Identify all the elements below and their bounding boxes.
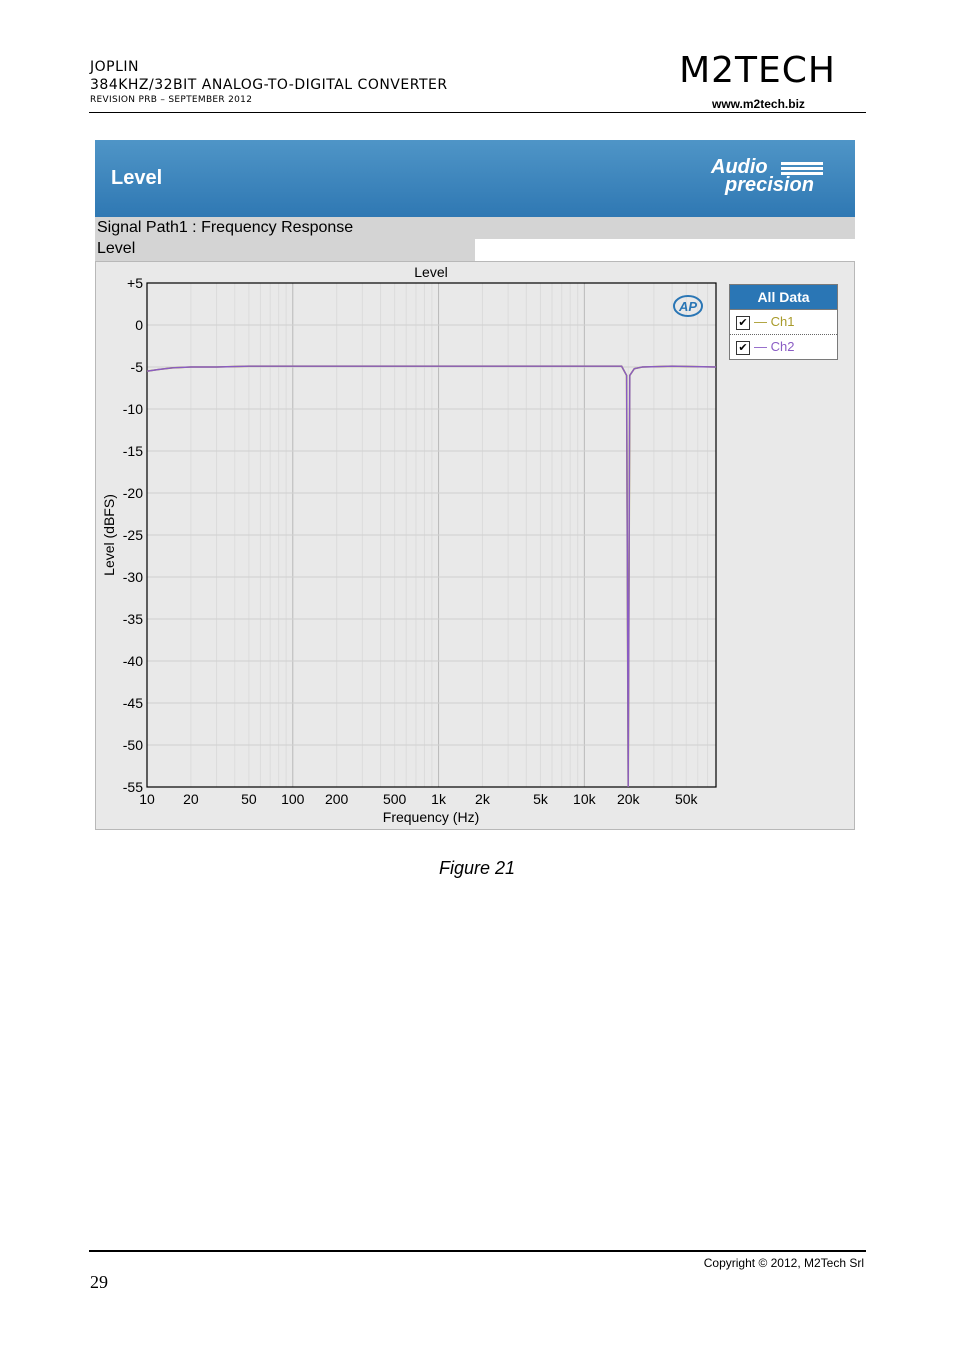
x-axis-label: Frequency (Hz)	[383, 809, 479, 825]
signal-path-row: Signal Path1 : Frequency Response	[95, 217, 855, 239]
measurement-label: Level	[97, 240, 136, 257]
y-tick-label: -15	[123, 443, 143, 459]
brand-logo: M2TECH	[679, 50, 836, 91]
checkbox-checked-icon[interactable]: ✔	[736, 341, 750, 355]
legend: All Data ✔ — Ch1 ✔ — Ch2	[729, 284, 838, 360]
figure-caption: Figure 21	[438, 858, 516, 878]
x-tick-label: 200	[325, 791, 349, 807]
y-tick-label: +5	[127, 275, 143, 291]
footer-rule	[89, 1250, 866, 1252]
legend-header: All Data	[730, 285, 837, 310]
y-tick-label: -10	[123, 401, 143, 417]
x-tick-label: 2k	[475, 791, 491, 807]
banner-title: Level	[111, 167, 163, 189]
ap-badge-text: AP	[678, 299, 697, 314]
y-axis-label: Level (dBFS)	[101, 494, 117, 576]
y-tick-label: -55	[123, 779, 143, 795]
y-tick-label: -45	[123, 695, 143, 711]
y-tick-label: -30	[123, 569, 143, 585]
legend-label-ch1: — Ch1	[754, 314, 795, 329]
y-tick-label: -40	[123, 653, 143, 669]
x-tick-label: 20	[183, 791, 199, 807]
header-rule	[89, 112, 866, 113]
legend-item-ch2[interactable]: ✔ — Ch2	[730, 335, 837, 359]
x-tick-label: 10k	[573, 791, 597, 807]
x-tick-label: 500	[383, 791, 407, 807]
x-tick-label: 50	[241, 791, 257, 807]
y-tick-label: -25	[123, 527, 143, 543]
y-tick-label: -5	[131, 359, 144, 375]
x-tick-label: 1k	[431, 791, 447, 807]
logo-line2: precision	[725, 174, 814, 196]
y-tick-label: -20	[123, 485, 143, 501]
page-number: 29	[90, 1272, 108, 1292]
y-tick-labels: +5 0 -5 -10 -15 -20 -25 -30 -35 -40 -45 -50 -55	[123, 275, 143, 795]
checkbox-checked-icon[interactable]: ✔	[736, 316, 750, 330]
signal-path-label: Signal Path1 : Frequency Response	[97, 219, 354, 236]
x-tick-label: 100	[281, 791, 305, 807]
product-name: JOPLIN	[90, 59, 139, 75]
revision-line: Revision PrB – September 2012	[90, 95, 253, 105]
x-tick-label: 50k	[675, 791, 699, 807]
copyright: Copyright © 2012, M2Tech Srl	[703, 1256, 864, 1270]
chart-title: Level	[414, 264, 447, 280]
y-tick-label: -50	[123, 737, 143, 753]
y-tick-label: 0	[135, 317, 143, 333]
panel-banner: Level Audio precision	[95, 140, 855, 217]
website-url: www.m2tech.biz	[712, 97, 805, 111]
legend-label-ch2: — Ch2	[754, 339, 795, 354]
audio-precision-logo: Audio precision	[711, 157, 823, 196]
legend-item-ch1[interactable]: ✔ — Ch1	[730, 310, 837, 335]
measurement-row: Level	[95, 239, 475, 261]
x-tick-label: 5k	[533, 791, 549, 807]
x-tick-labels: 10 20 50 100 200 500 1k 2k 5k 10k 20k 50k	[139, 791, 698, 807]
logo-bars-icon	[781, 162, 823, 176]
y-tick-label: -35	[123, 611, 143, 627]
product-subtitle: 384kHz/32bit analog-to-digital converter	[90, 77, 448, 93]
document-header: JOPLIN 384kHz/32bit analog-to-digital co…	[90, 58, 448, 106]
x-tick-label: 20k	[617, 791, 641, 807]
